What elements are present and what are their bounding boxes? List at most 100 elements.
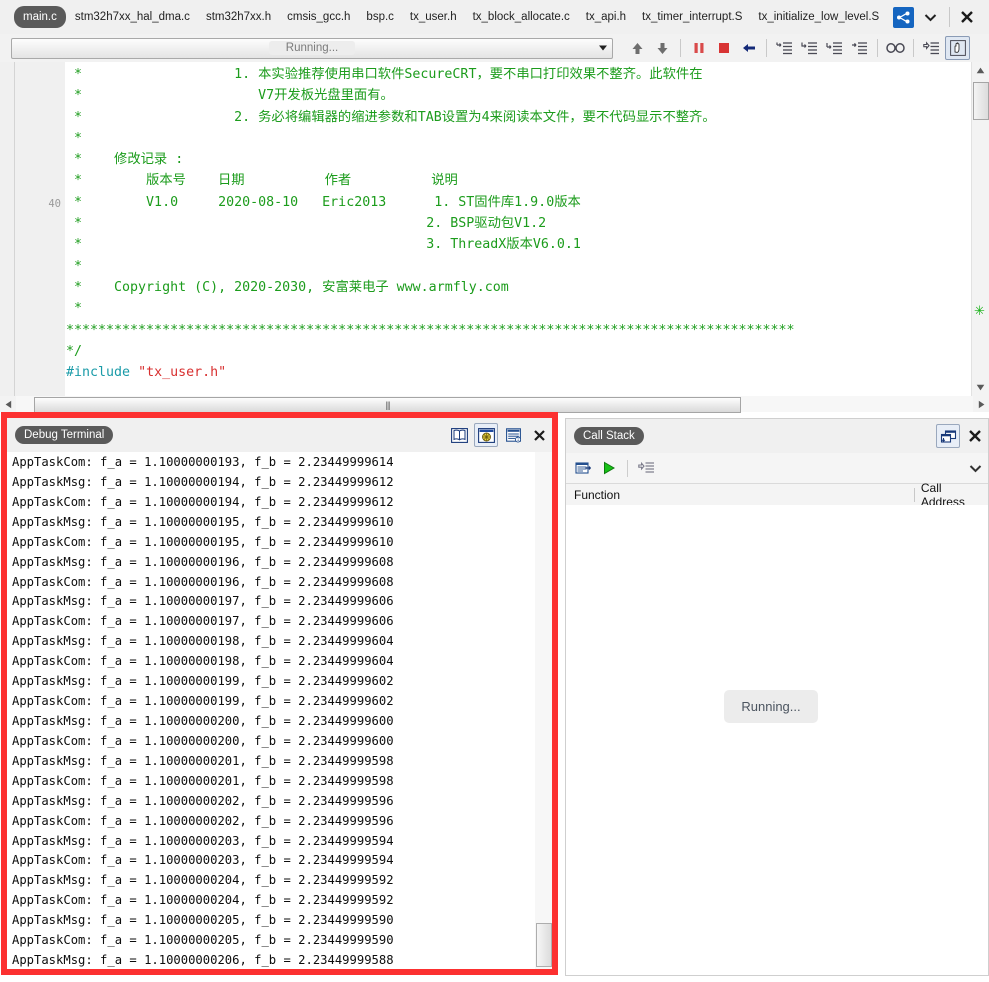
tab-tx-block-allocate-c[interactable]: tx_block_allocate.c <box>466 6 577 28</box>
terminal-line: AppTaskMsg: f_a = 1.10000000194, f_b = 2… <box>12 474 394 489</box>
close-icon[interactable] <box>955 5 979 29</box>
step-arrow-icon[interactable] <box>635 457 658 479</box>
call-stack-title[interactable]: Call Stack <box>574 427 644 445</box>
terminal-log-icon[interactable]: 1 <box>502 424 524 446</box>
hscroll-thumb[interactable]: ||| <box>34 397 741 413</box>
call-stack-content: Running... <box>566 505 988 975</box>
code-line-stars: ****************************************… <box>66 322 795 338</box>
terminal-line: AppTaskCom: f_a = 1.10000000197, f_b = 2… <box>12 614 394 629</box>
step-up-button[interactable] <box>626 37 649 59</box>
editor-horizontal-scrollbar[interactable]: ||| <box>0 396 989 413</box>
terminal-scroll-thumb[interactable] <box>536 923 552 967</box>
terminal-line: AppTaskMsg: f_a = 1.10000000206, f_b = 2… <box>12 953 394 968</box>
hscroll-track[interactable]: ||| <box>16 396 973 413</box>
chevron-down-icon[interactable] <box>962 455 988 481</box>
column-header-function[interactable]: Function <box>566 488 915 502</box>
step-down-button[interactable] <box>651 37 674 59</box>
debug-terminal-header: Debug Terminal 1 <box>7 418 552 452</box>
source-code-text[interactable]: * 1. 本实验推荐使用串口软件SecureCRT，要不串口打印效果不整齐。此软… <box>66 62 965 396</box>
debug-terminal-header-icons: 1 <box>446 423 552 447</box>
close-icon[interactable] <box>964 425 986 447</box>
divider <box>877 39 878 57</box>
terminal-line: AppTaskCom: f_a = 1.10000000194, f_b = 2… <box>12 494 394 509</box>
debug-terminal-panel: Debug Terminal 1 AppTaskCom: f_a = 1.100… <box>7 418 552 969</box>
terminal-book-icon[interactable] <box>448 424 470 446</box>
debug-terminal-output[interactable]: AppTaskCom: f_a = 1.10000000193, f_b = 2… <box>7 452 535 969</box>
divider <box>680 39 681 57</box>
reset-button[interactable] <box>737 37 760 59</box>
debug-session-value: Running... <box>269 41 355 55</box>
divider <box>913 39 914 57</box>
tab-cmsis-gcc-h[interactable]: cmsis_gcc.h <box>280 6 357 28</box>
call-stack-panel: Call Stack Function Call Address Running… <box>565 418 989 976</box>
code-line: * V7开发板光盘里面有。 <box>66 88 394 104</box>
terminal-line: AppTaskMsg: f_a = 1.10000000200, f_b = 2… <box>12 713 394 728</box>
tab-tx-initialize-low-level-s[interactable]: tx_initialize_low_level.S <box>751 6 886 28</box>
line-number: 40 <box>48 198 61 210</box>
step-into-button[interactable] <box>773 37 796 59</box>
tab-stm32h7xx-h[interactable]: stm32h7xx.h <box>199 6 278 28</box>
chevron-down-icon[interactable] <box>920 6 940 28</box>
chevron-down-icon[interactable] <box>599 45 607 51</box>
change-marker-icon: ✳ <box>974 303 985 318</box>
tab-tx-user-h[interactable]: tx_user.h <box>403 6 464 28</box>
play-icon[interactable] <box>597 457 620 479</box>
editor-line-gutter: 40 <box>15 62 65 396</box>
glasses-icon[interactable] <box>884 37 907 59</box>
flow-icon[interactable] <box>893 6 914 28</box>
terminal-line: AppTaskCom: f_a = 1.10000000195, f_b = 2… <box>12 534 394 549</box>
debug-session-combo[interactable]: Running... <box>11 37 613 59</box>
terminal-line: AppTaskCom: f_a = 1.10000000201, f_b = 2… <box>12 773 394 788</box>
code-line: * 1. 本实验推荐使用串口软件SecureCRT，要不串口打印效果不整齐。此软… <box>66 67 703 82</box>
terminal-line: AppTaskMsg: f_a = 1.10000000197, f_b = 2… <box>12 594 394 609</box>
code-line: * 版本号 日期 作者 说明 <box>66 173 458 189</box>
code-line: * <box>66 301 83 317</box>
scroll-down-icon[interactable] <box>972 379 989 396</box>
code-line-comment-end: */ <box>66 343 83 359</box>
code-line-copyright: * Copyright (C), 2020-2030, 安富莱电子 www.ar… <box>66 279 509 295</box>
close-icon[interactable] <box>528 424 550 446</box>
terminal-line: AppTaskMsg: f_a = 1.10000000204, f_b = 2… <box>12 873 394 888</box>
terminal-line: AppTaskCom: f_a = 1.10000000205, f_b = 2… <box>12 933 394 948</box>
hand-icon[interactable] <box>945 36 970 60</box>
code-editor[interactable]: 40 * 1. 本实验推荐使用串口软件SecureCRT，要不串口打印效果不整齐… <box>0 62 989 396</box>
editor-tab-bar: main.c stm32h7xx_hal_dma.c stm32h7xx.h c… <box>0 0 989 35</box>
code-line: * <box>66 258 83 274</box>
editor-vertical-scrollbar[interactable]: ✳ <box>971 62 989 396</box>
divider <box>766 39 767 57</box>
call-stack-header: Call Stack <box>566 419 988 453</box>
scroll-up-icon[interactable] <box>972 62 989 79</box>
code-line: * <box>66 130 83 146</box>
terminal-globe-icon[interactable] <box>474 423 498 447</box>
terminal-vertical-scrollbar[interactable] <box>535 452 552 969</box>
scroll-right-icon[interactable] <box>973 396 989 412</box>
tab-tx-api-h[interactable]: tx_api.h <box>579 6 633 28</box>
pause-button[interactable] <box>687 37 710 59</box>
step-return-button[interactable] <box>920 37 943 59</box>
code-line: * 2. BSP驱动包V1.2 <box>66 216 547 232</box>
grip-icon: ||| <box>385 400 390 410</box>
locals-icon[interactable] <box>572 457 595 479</box>
editor-left-margin <box>0 62 15 396</box>
terminal-line: AppTaskMsg: f_a = 1.10000000199, f_b = 2… <box>12 674 394 689</box>
detach-window-icon[interactable] <box>936 424 960 448</box>
terminal-line: AppTaskCom: f_a = 1.10000000204, f_b = 2… <box>12 893 394 908</box>
run-to-line-button[interactable] <box>848 37 871 59</box>
call-stack-status: Running... <box>724 689 818 723</box>
terminal-line: AppTaskMsg: f_a = 1.10000000202, f_b = 2… <box>12 793 394 808</box>
code-line: * 修改记录 : <box>66 152 184 168</box>
stop-button[interactable] <box>712 37 735 59</box>
terminal-line: AppTaskMsg: f_a = 1.10000000205, f_b = 2… <box>12 913 394 928</box>
terminal-line: AppTaskCom: f_a = 1.10000000202, f_b = 2… <box>12 813 394 828</box>
step-over-button[interactable] <box>798 37 821 59</box>
tab-bsp-c[interactable]: bsp.c <box>359 6 401 28</box>
debug-terminal-title[interactable]: Debug Terminal <box>15 426 114 444</box>
code-include-keyword: #include <box>66 365 131 381</box>
tab-main-c[interactable]: main.c <box>14 6 66 28</box>
tab-tx-timer-interrupt-s[interactable]: tx_timer_interrupt.S <box>635 6 749 28</box>
tab-stm32h7xx-hal-dma-c[interactable]: stm32h7xx_hal_dma.c <box>68 6 197 28</box>
editor-scroll-thumb[interactable] <box>973 82 989 120</box>
debug-toolbar: Running... <box>0 34 989 63</box>
step-out-button[interactable] <box>823 37 846 59</box>
scroll-left-icon[interactable] <box>0 396 16 412</box>
